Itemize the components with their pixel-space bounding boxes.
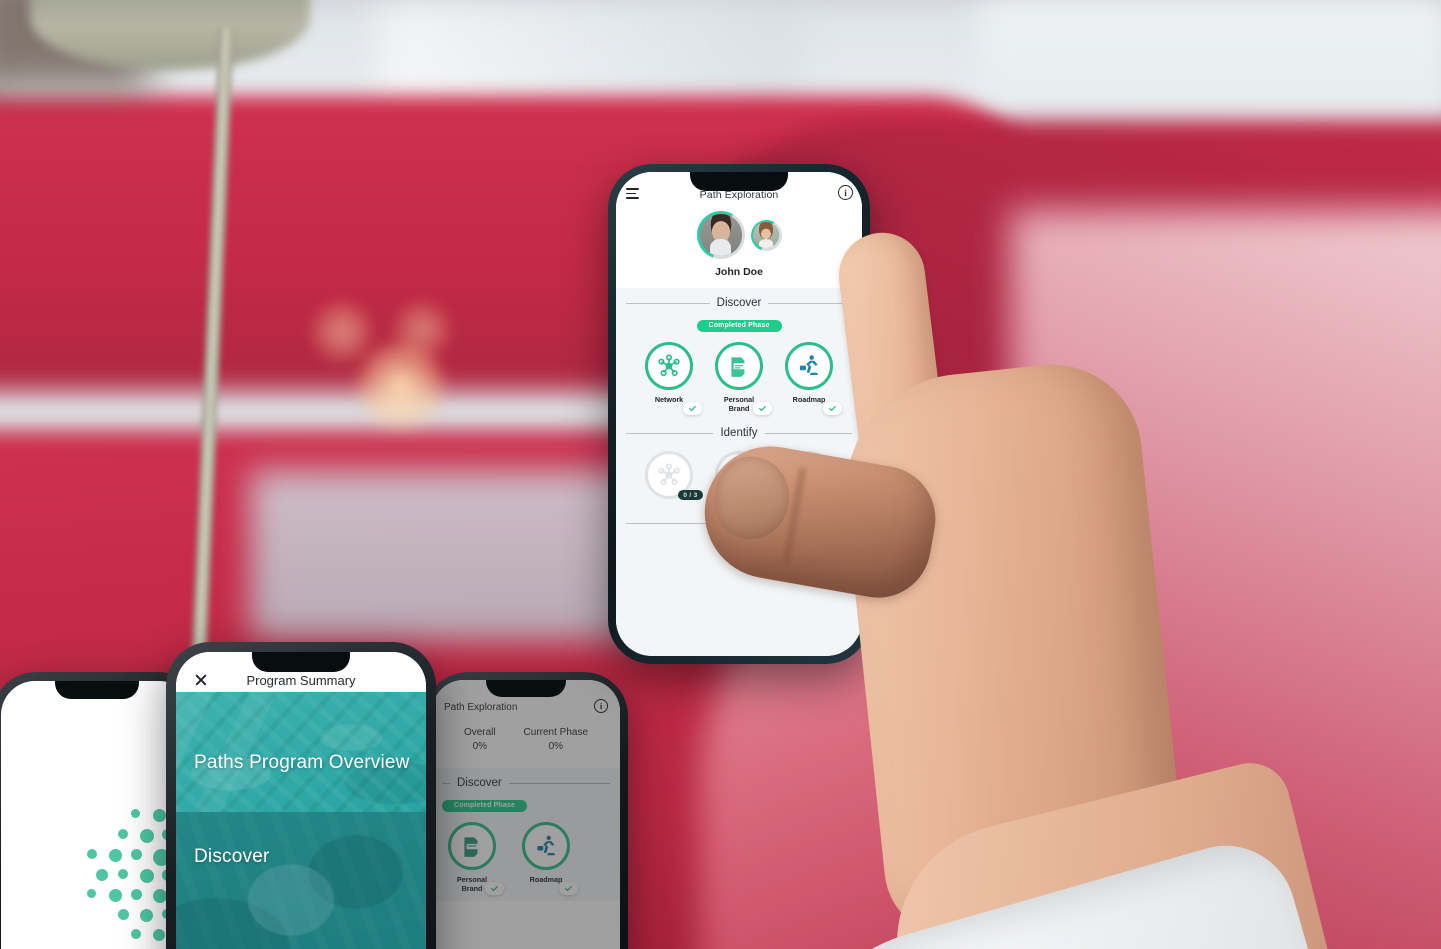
check-badge <box>682 402 702 415</box>
tile-identify-network-locked[interactable]: 0 / 3 <box>643 451 703 500</box>
bokeh-light <box>310 300 374 364</box>
tile-row: Personal Brand Roadmap <box>432 812 620 895</box>
notch <box>252 652 350 672</box>
personal-brand-icon <box>464 837 478 857</box>
avatar-primary[interactable] <box>696 211 745 259</box>
notch <box>55 681 139 699</box>
avatar-secondary[interactable] <box>750 219 782 251</box>
close-icon[interactable] <box>194 673 208 687</box>
status-badge: Completed Phase <box>696 319 782 332</box>
avatar-progress-ring <box>750 219 782 251</box>
mid-page-title: Program Summary <box>246 672 356 688</box>
section-header-discover: Discover <box>432 768 620 789</box>
info-icon[interactable]: i <box>838 185 853 200</box>
divider <box>626 302 710 304</box>
bokeh-light <box>355 340 447 432</box>
tile-circle <box>522 822 570 870</box>
check-badge <box>485 882 504 895</box>
tile-network[interactable]: Network <box>643 342 702 415</box>
tile-personal-brand[interactable]: Personal Brand <box>446 822 504 895</box>
tile-circle <box>645 342 693 390</box>
stat-value: 0% <box>472 741 488 752</box>
program-card-discover[interactable]: Discover <box>176 812 426 949</box>
roadmap-runner-icon <box>537 835 556 856</box>
notch <box>690 172 788 191</box>
teal-tint <box>176 812 426 949</box>
right-page-title: Path Exploration <box>444 702 518 713</box>
divider <box>442 782 450 784</box>
divider <box>508 782 610 784</box>
stat-value: 0% <box>548 741 564 752</box>
right-body: Discover Completed Phase Personal Brand … <box>432 768 620 901</box>
stat-label: Overall <box>463 727 496 738</box>
phone-screen <box>1 681 193 949</box>
section-title: Identify <box>720 427 758 439</box>
table-blur <box>250 470 670 640</box>
tile-circle <box>448 822 496 870</box>
stat-label: Current Phase <box>523 727 589 738</box>
tile-personal-brand[interactable]: Personal Brand <box>713 342 772 415</box>
program-card-label: Paths Program Overview <box>194 752 410 773</box>
avatar-progress-ring <box>696 211 745 259</box>
stat-current-phase: Current Phase 0% <box>524 727 588 752</box>
phone-screen: Path Exploration i Overall 0% Current Ph… <box>432 680 620 949</box>
stat-overall: Overall 0% <box>464 727 496 752</box>
hamburger-icon[interactable] <box>626 188 639 202</box>
program-card-label: Discover <box>194 846 270 867</box>
badge-row: Completed Phase <box>432 789 620 812</box>
divider <box>626 522 714 524</box>
status-badge: Completed Phase <box>442 799 527 812</box>
personal-brand-icon <box>731 357 745 377</box>
network-nodes-icon <box>658 463 680 486</box>
divider <box>626 432 714 434</box>
section-title: Discover <box>716 297 762 309</box>
phone-program-summary: Program Summary Paths Program Overview D… <box>166 642 436 949</box>
tile-roadmap[interactable]: Roadmap <box>520 822 578 895</box>
section-title: Discover <box>457 777 502 789</box>
network-nodes-icon <box>658 354 680 377</box>
check-badge <box>752 402 772 415</box>
avatar <box>753 222 779 248</box>
check-badge <box>559 882 578 895</box>
phone-screen: Program Summary Paths Program Overview D… <box>176 652 426 949</box>
notch <box>486 680 566 697</box>
count-badge: 0 / 3 <box>678 490 703 500</box>
progress-stats: Overall 0% Current Phase 0% <box>432 713 620 768</box>
avatar <box>699 214 742 256</box>
tile-circle <box>715 342 763 390</box>
info-icon[interactable]: i <box>594 699 608 713</box>
hand-holding-phone <box>694 210 1400 949</box>
program-card-overview[interactable]: Paths Program Overview <box>176 692 426 812</box>
phone-path-exploration-dimmed: Path Exploration i Overall 0% Current Ph… <box>424 672 628 949</box>
